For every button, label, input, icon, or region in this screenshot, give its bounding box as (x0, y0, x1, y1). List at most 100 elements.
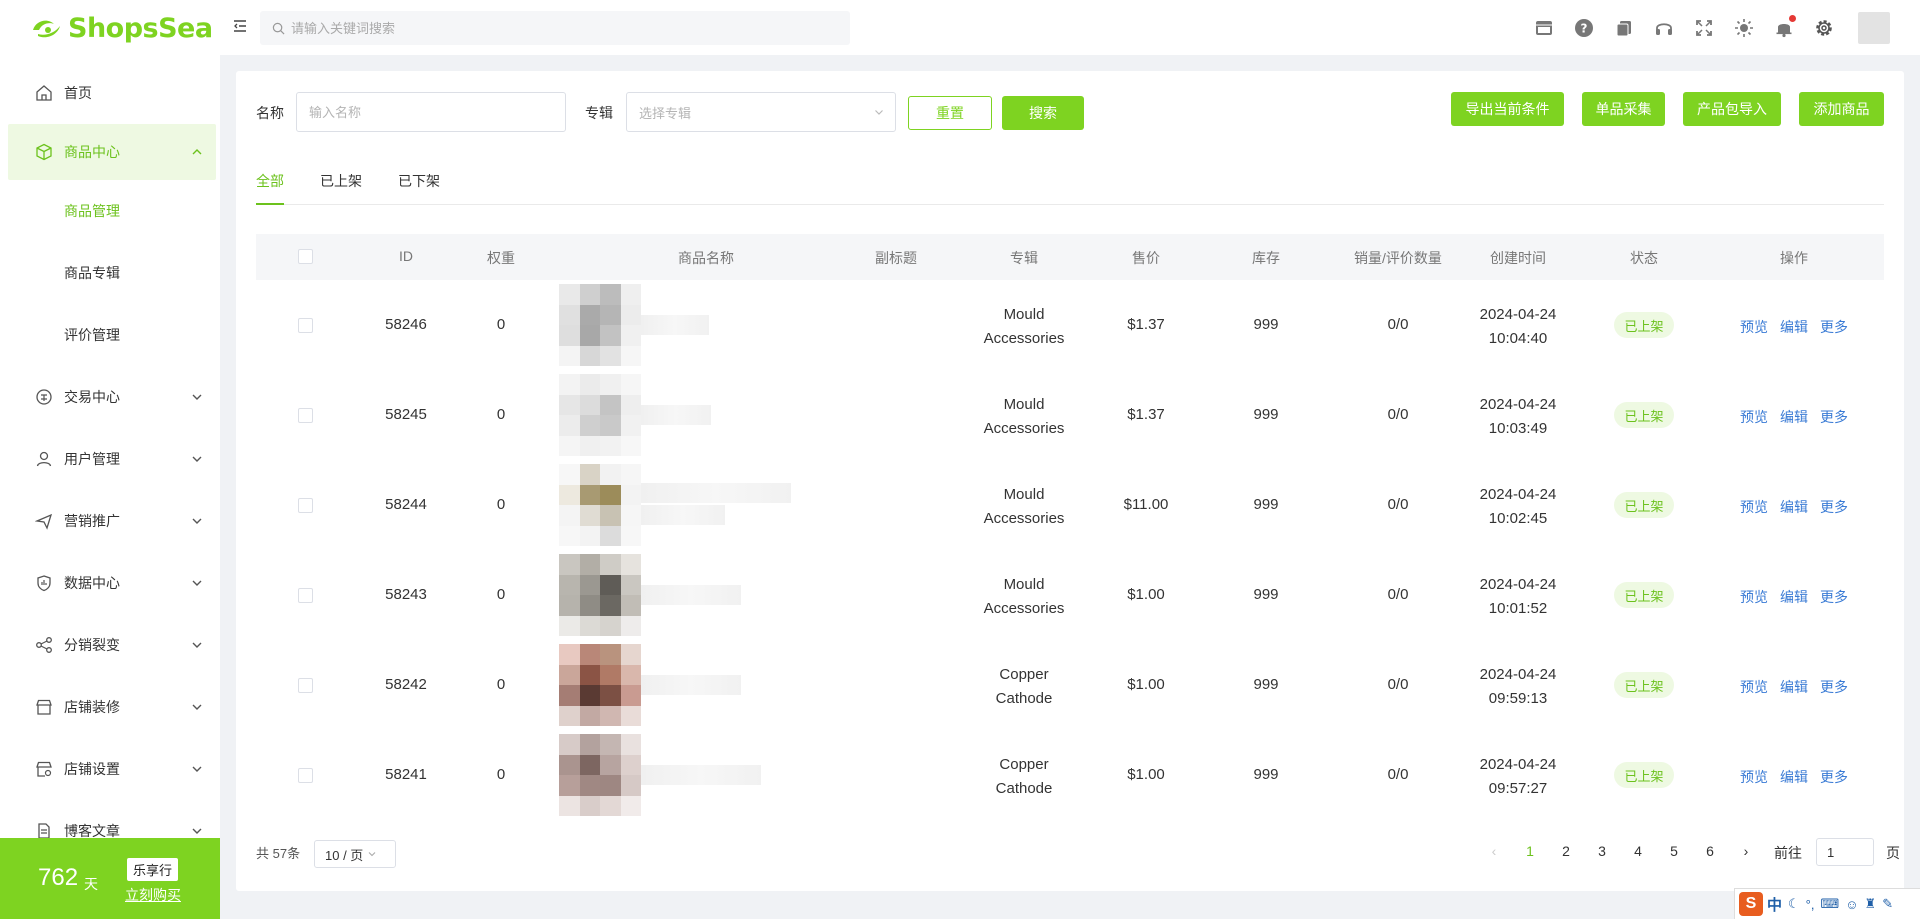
sidebar-item-marketing[interactable]: 营销推广 (0, 490, 220, 552)
more-link[interactable]: 更多 (1820, 767, 1848, 787)
edit-link[interactable]: 编辑 (1780, 587, 1808, 607)
preview-link[interactable]: 预览 (1740, 677, 1768, 697)
row-checkbox[interactable] (298, 678, 313, 693)
global-search[interactable] (260, 11, 850, 45)
product-thumbnail[interactable] (559, 554, 641, 636)
thumbnail-pixel (559, 284, 580, 305)
edit-link[interactable]: 编辑 (1780, 767, 1808, 787)
product-name-blurred[interactable] (641, 405, 711, 425)
row-checkbox[interactable] (298, 768, 313, 783)
product-name-blurred[interactable] (641, 315, 709, 335)
album-select[interactable]: 选择专辑 (626, 92, 896, 132)
product-thumbnail[interactable] (559, 464, 641, 546)
row-checkbox[interactable] (298, 408, 313, 423)
product-name-blurred[interactable] (641, 585, 741, 605)
reset-button[interactable]: 重置 (908, 96, 992, 130)
row-checkbox[interactable] (298, 318, 313, 333)
more-link[interactable]: 更多 (1820, 497, 1848, 517)
preview-link[interactable]: 预览 (1740, 497, 1768, 517)
sidebar-item-home[interactable]: 首页 (0, 62, 220, 124)
buy-now-link[interactable]: 立刻购买 (125, 885, 181, 905)
store-front-icon[interactable] (1534, 18, 1554, 38)
product-name-blurred[interactable] (641, 505, 725, 525)
thumbnail-pixel (559, 505, 580, 526)
theme-sun-icon[interactable] (1734, 18, 1754, 38)
product-name-blurred[interactable] (641, 765, 761, 785)
row-album: Copper Cathode (974, 753, 1074, 801)
thumbnail-pixel (620, 644, 641, 665)
sidebar-item-store-settings[interactable]: 店铺设置 (0, 738, 220, 800)
search-button[interactable]: 搜索 (1002, 96, 1084, 130)
thumbnail-pixel (579, 345, 600, 366)
preview-link[interactable]: 预览 (1740, 587, 1768, 607)
edit-link[interactable]: 编辑 (1780, 317, 1808, 337)
name-filter[interactable] (296, 92, 566, 132)
tab-off-shelf[interactable]: 已下架 (398, 171, 440, 203)
product-thumbnail[interactable] (559, 734, 641, 816)
thumbnail-pixel (600, 394, 621, 415)
row-checkbox[interactable] (298, 498, 313, 513)
sidebar-item-trade[interactable]: 交易中心 (0, 366, 220, 428)
logo[interactable]: ShopsSea (30, 12, 213, 44)
ime-punct-icon: °, (1805, 896, 1815, 912)
row-checkbox[interactable] (298, 588, 313, 603)
product-thumbnail[interactable] (559, 374, 641, 456)
goto-page-input[interactable]: 1 (1816, 838, 1874, 866)
thumbnail-pixel (600, 554, 621, 575)
edit-link[interactable]: 编辑 (1780, 407, 1808, 427)
next-page-icon[interactable]: › (1736, 843, 1756, 859)
thumbnail-pixel (559, 415, 580, 436)
edit-link[interactable]: 编辑 (1780, 677, 1808, 697)
sidebar-item-decoration[interactable]: 店铺装修 (0, 676, 220, 738)
preview-link[interactable]: 预览 (1740, 407, 1768, 427)
row-sales: 0/0 (1387, 316, 1409, 333)
page-6[interactable]: 6 (1700, 843, 1720, 859)
tab-all[interactable]: 全部 (256, 171, 284, 205)
page-3[interactable]: 3 (1592, 843, 1612, 859)
name-input[interactable] (309, 104, 565, 120)
search-input[interactable] (291, 20, 791, 36)
single-collect-button[interactable]: 单品采集 (1582, 92, 1665, 126)
thumbnail-pixel (579, 685, 600, 706)
copy-icon[interactable] (1614, 18, 1634, 38)
sidebar-subitem-review-management[interactable]: 评价管理 (0, 304, 220, 366)
package-import-button[interactable]: 产品包导入 (1683, 92, 1781, 126)
collapse-menu-icon[interactable] (232, 18, 248, 34)
export-conditions-button[interactable]: 导出当前条件 (1451, 92, 1564, 126)
page-1[interactable]: 1 (1520, 843, 1540, 859)
help-icon[interactable]: ? (1574, 18, 1594, 38)
sidebar-item-products[interactable]: 商品中心 (8, 124, 216, 180)
tab-on-shelf[interactable]: 已上架 (320, 171, 362, 203)
select-all-checkbox[interactable] (298, 249, 313, 264)
sidebar-subitem-product-management[interactable]: 商品管理 (0, 180, 220, 242)
sidebar-subitem-product-album[interactable]: 商品专辑 (0, 242, 220, 304)
page-4[interactable]: 4 (1628, 843, 1648, 859)
settings-gear-icon[interactable] (1814, 18, 1834, 38)
page-size-select[interactable]: 10 / 页 (314, 840, 396, 868)
sidebar-item-distribution[interactable]: 分销裂变 (0, 614, 220, 676)
add-product-button[interactable]: 添加商品 (1799, 92, 1884, 126)
row-album-line1: Copper (999, 756, 1049, 773)
fullscreen-icon[interactable] (1694, 18, 1714, 38)
sidebar-item-data[interactable]: 数据中心 (0, 552, 220, 614)
edit-link[interactable]: 编辑 (1780, 497, 1808, 517)
preview-link[interactable]: 预览 (1740, 767, 1768, 787)
more-link[interactable]: 更多 (1820, 407, 1848, 427)
product-thumbnail[interactable] (559, 644, 641, 726)
headset-icon[interactable] (1654, 18, 1674, 38)
sidebar-item-users[interactable]: 用户管理 (0, 428, 220, 490)
preview-link[interactable]: 预览 (1740, 317, 1768, 337)
product-thumbnail[interactable] (559, 284, 641, 366)
ime-toolbar[interactable]: S 中 ☾ °, ⌨ ☺ ♜ ✎ (1734, 888, 1920, 919)
prev-page-icon[interactable]: ‹ (1484, 843, 1504, 859)
row-created-date: 2024-04-24 (1479, 576, 1557, 593)
notification-bell-icon[interactable] (1774, 15, 1796, 38)
avatar[interactable] (1858, 12, 1890, 44)
page-5[interactable]: 5 (1664, 843, 1684, 859)
more-link[interactable]: 更多 (1820, 677, 1848, 697)
product-name-blurred[interactable] (641, 675, 741, 695)
more-link[interactable]: 更多 (1820, 317, 1848, 337)
product-name-blurred[interactable] (641, 483, 791, 503)
page-2[interactable]: 2 (1556, 843, 1576, 859)
more-link[interactable]: 更多 (1820, 587, 1848, 607)
